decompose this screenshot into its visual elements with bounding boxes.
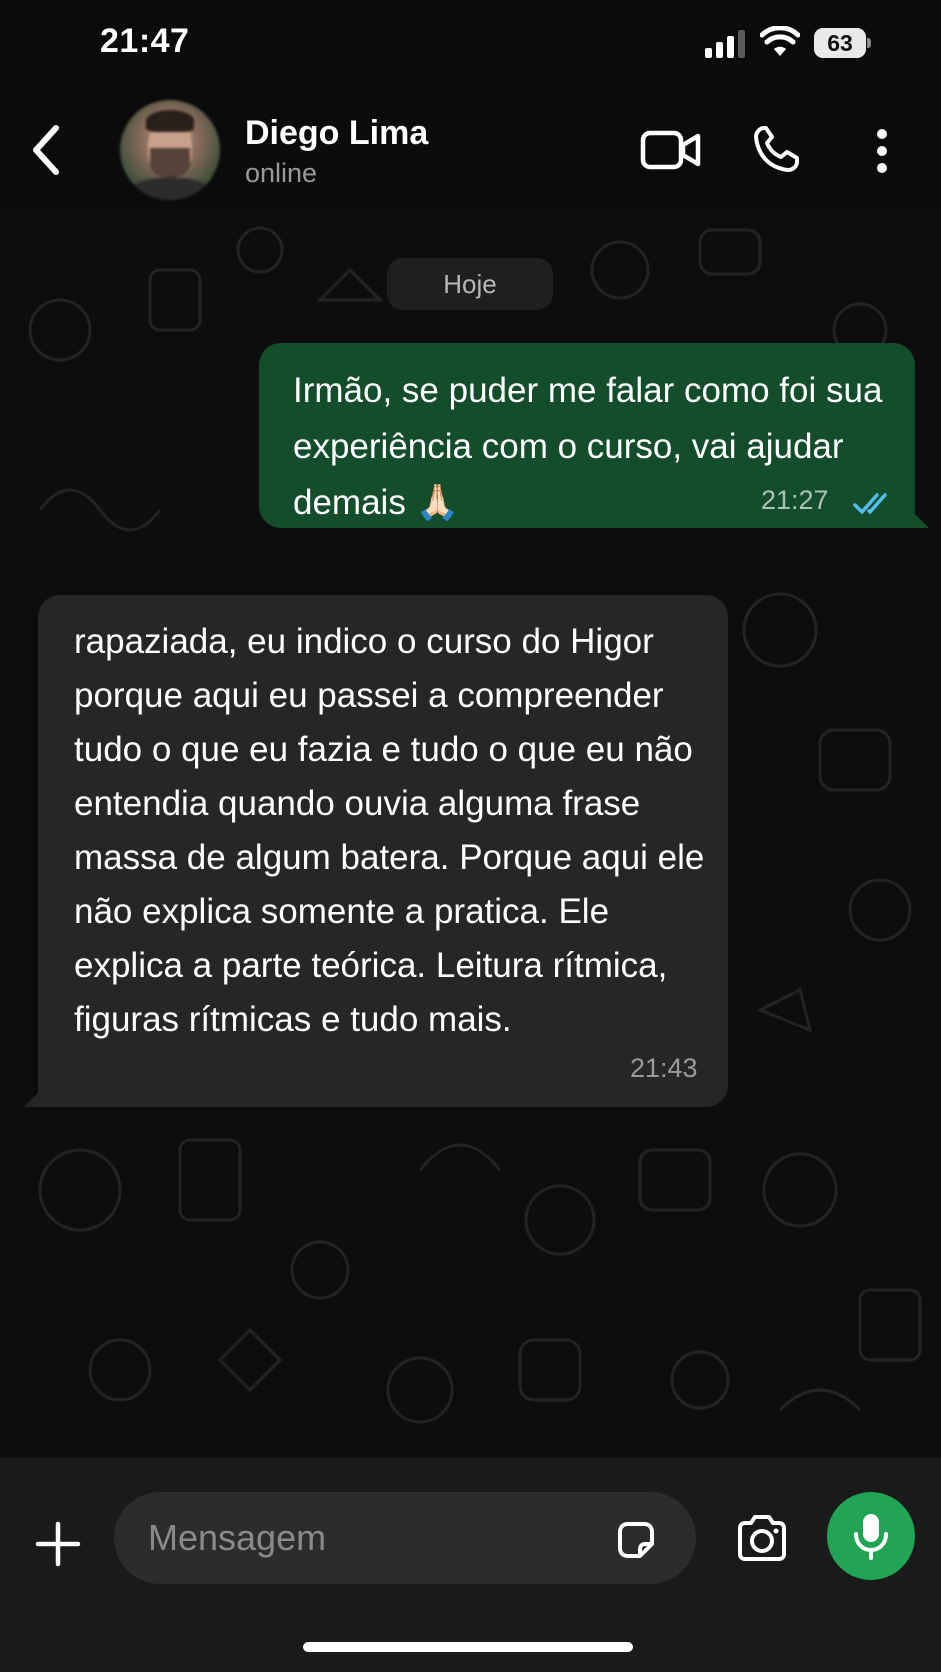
phone-icon[interactable] <box>752 124 800 174</box>
message-composer <box>0 1458 941 1672</box>
message-time: 21:43 <box>630 1053 698 1083</box>
message-input-container[interactable] <box>114 1492 696 1584</box>
microphone-icon <box>854 1514 888 1560</box>
date-separator: Hoje <box>387 258 553 310</box>
contact-status: online <box>245 158 318 188</box>
voice-message-button[interactable] <box>827 1492 915 1580</box>
incoming-message[interactable]: rapaziada, eu indico o curso do Higor po… <box>24 595 728 1107</box>
video-call-icon[interactable] <box>640 128 702 172</box>
chat-header: Diego Lima online <box>0 90 941 210</box>
read-receipt-icon <box>853 493 887 514</box>
wifi-icon <box>760 26 800 56</box>
home-indicator[interactable] <box>303 1642 633 1652</box>
message-time: 21:27 <box>761 485 829 515</box>
plus-icon[interactable] <box>34 1520 82 1568</box>
status-time: 21:47 <box>100 22 190 60</box>
contact-name[interactable]: Diego Lima <box>245 114 428 153</box>
camera-icon[interactable] <box>735 1514 789 1562</box>
avatar[interactable] <box>120 100 220 200</box>
battery-percent: 63 <box>827 30 853 56</box>
outgoing-message[interactable]: Irmão, se puder me falar como foi sua ex… <box>259 343 929 528</box>
back-icon[interactable] <box>28 122 68 178</box>
more-vertical-icon[interactable] <box>868 128 896 174</box>
signal-icon <box>705 30 745 58</box>
message-text: rapaziada, eu indico o curso do Higor po… <box>74 622 705 1039</box>
battery-icon: 63 <box>814 28 872 58</box>
chat-area[interactable]: Hoje Irmão, se puder me falar como foi s… <box>0 210 941 1458</box>
sticker-icon[interactable] <box>614 1518 658 1562</box>
status-bar: 21:47 63 <box>0 0 941 90</box>
message-input[interactable] <box>148 1492 588 1584</box>
